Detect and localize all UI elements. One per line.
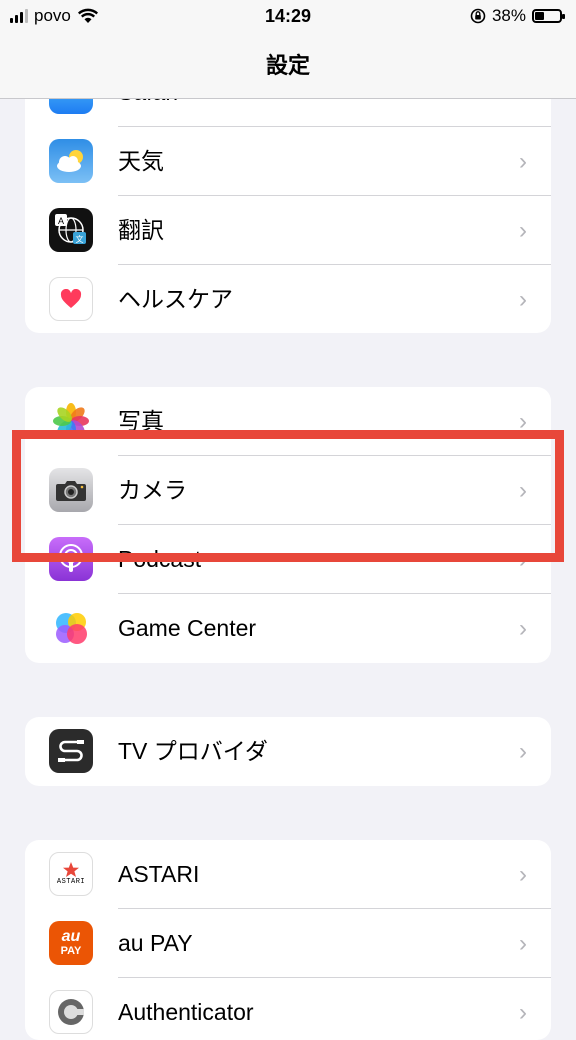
- chevron-right-icon: ›: [519, 615, 527, 642]
- settings-row-label: Game Center: [118, 615, 257, 641]
- settings-row-au-pay[interactable]: au PAY au PAY ›: [25, 909, 551, 978]
- settings-row-weather[interactable]: 天気 ›: [25, 127, 551, 196]
- page-title: 設定: [265, 53, 310, 78]
- highlight-box: [12, 430, 564, 562]
- settings-row-label: ヘルスケア: [118, 286, 233, 312]
- settings-row-label: TV プロバイダ: [118, 738, 268, 764]
- aupay-icon: au PAY: [49, 921, 93, 965]
- svg-text:文: 文: [76, 234, 84, 244]
- chevron-right-icon: ›: [519, 738, 527, 765]
- game-center-icon: [49, 606, 93, 650]
- chevron-right-icon: ›: [519, 930, 527, 957]
- battery-icon: [532, 9, 565, 23]
- settings-group-apps-1: Safari › 天気 › A 文 翻訳 ›: [25, 58, 551, 333]
- settings-row-label: 天気: [118, 148, 164, 174]
- health-icon: [49, 277, 93, 321]
- authenticator-icon: [49, 990, 93, 1034]
- astari-icon: ASTARI: [49, 852, 93, 896]
- chevron-right-icon: ›: [519, 286, 527, 313]
- settings-row-authenticator[interactable]: Authenticator ›: [25, 978, 551, 1040]
- chevron-right-icon: ›: [519, 861, 527, 888]
- chevron-right-icon: ›: [519, 217, 527, 244]
- settings-group-tv-provider: TV プロバイダ ›: [25, 717, 551, 786]
- translate-icon: A 文: [49, 208, 93, 252]
- settings-row-label: 翻訳: [118, 217, 164, 243]
- settings-row-label: ASTARI: [118, 861, 200, 887]
- chevron-right-icon: ›: [519, 999, 527, 1026]
- settings-row-label: au PAY: [118, 930, 193, 956]
- settings-row-tv-provider[interactable]: TV プロバイダ ›: [25, 717, 551, 786]
- tv-provider-icon: [49, 729, 93, 773]
- settings-group-third-party: ASTARI ASTARI › au PAY au PAY › Authenti…: [25, 840, 551, 1040]
- settings-row-translate[interactable]: A 文 翻訳 ›: [25, 196, 551, 265]
- settings-row-astari[interactable]: ASTARI ASTARI ›: [25, 840, 551, 909]
- battery-percent: 38%: [491, 6, 526, 25]
- navigation-bar: 設定: [0, 34, 576, 99]
- settings-row-health[interactable]: ヘルスケア ›: [25, 265, 551, 333]
- chevron-right-icon: ›: [519, 148, 527, 175]
- settings-row-game-center[interactable]: Game Center ›: [25, 594, 551, 663]
- orientation-lock-icon: [470, 8, 486, 24]
- weather-icon: [49, 139, 93, 183]
- settings-row-label: Authenticator: [118, 999, 254, 1025]
- svg-text:A: A: [58, 216, 64, 226]
- status-right: 38%: [470, 6, 565, 26]
- status-bar: povo 14:29 38%: [0, 0, 576, 34]
